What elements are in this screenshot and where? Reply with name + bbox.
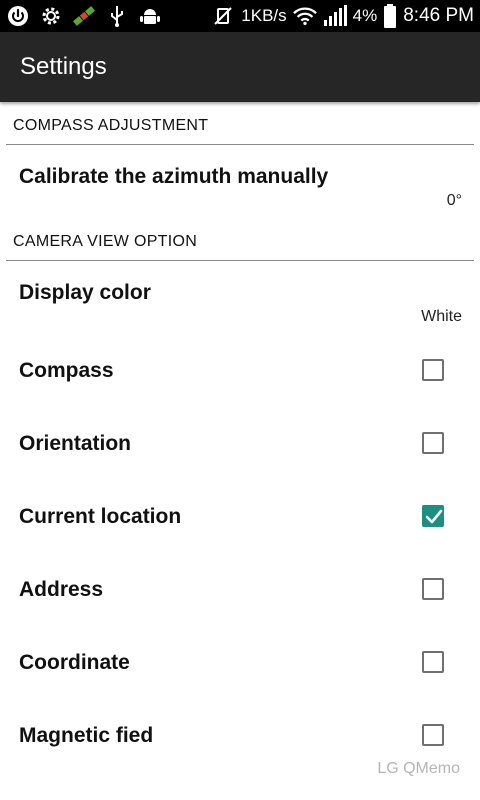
qmemo-watermark: LG QMemo xyxy=(377,760,460,777)
option-compass-item[interactable]: Compass xyxy=(0,334,480,407)
address-checkbox[interactable] xyxy=(422,578,444,600)
calibrate-azimuth-value: 0° xyxy=(446,192,462,209)
orientation-checkbox[interactable] xyxy=(422,432,444,454)
vibrate-off-icon xyxy=(211,4,235,28)
compass-checkbox[interactable] xyxy=(422,359,444,381)
option-label: Coordinate xyxy=(19,651,130,674)
option-address-item[interactable]: Address xyxy=(0,553,480,626)
option-label: Magnetic fied xyxy=(19,724,154,747)
magnetic-field-checkbox[interactable] xyxy=(422,724,444,746)
option-label: Address xyxy=(19,578,104,601)
section-header-camera-view-option: CAMERA VIEW OPTION xyxy=(6,218,474,261)
power-icon xyxy=(6,4,30,28)
display-color-value: White xyxy=(421,308,462,325)
signal-icon xyxy=(323,4,347,28)
wifi-icon xyxy=(292,4,317,28)
battery-percent: 4% xyxy=(352,6,378,25)
option-label: Orientation xyxy=(19,432,132,455)
option-label: Compass xyxy=(19,359,114,382)
checkmark-icon xyxy=(425,509,443,524)
settings-list: COMPASS ADJUSTMENT Calibrate the azimuth… xyxy=(0,102,480,772)
option-orientation-item[interactable]: Orientation xyxy=(0,407,480,480)
gear-icon xyxy=(39,4,63,28)
section-header-compass-adjustment: COMPASS ADJUSTMENT xyxy=(6,102,474,145)
calibrate-azimuth-item[interactable]: Calibrate the azimuth manually 0° xyxy=(0,145,480,218)
battery-icon xyxy=(383,4,397,28)
data-speed: 1KB/s xyxy=(241,6,287,25)
clock: 8:46 PM xyxy=(403,5,474,26)
option-current-location-item[interactable]: Current location xyxy=(0,480,480,553)
current-location-checkbox[interactable] xyxy=(422,505,444,527)
option-coordinate-item[interactable]: Coordinate xyxy=(0,626,480,699)
satellite-icon xyxy=(72,4,96,28)
option-label: Current location xyxy=(19,505,182,528)
coordinate-checkbox[interactable] xyxy=(422,651,444,673)
page-title: Settings xyxy=(20,53,107,80)
status-bar: 1KB/s 4% 8:46 PM xyxy=(0,0,480,32)
action-bar: Settings xyxy=(0,32,480,102)
calibrate-azimuth-title: Calibrate the azimuth manually xyxy=(19,165,329,188)
display-color-item[interactable]: Display color White xyxy=(0,261,480,334)
usb-icon xyxy=(105,4,129,28)
android-icon xyxy=(138,4,162,28)
display-color-title: Display color xyxy=(19,281,151,304)
